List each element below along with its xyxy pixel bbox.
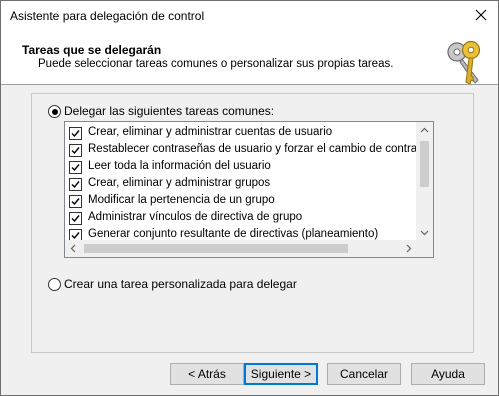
vertical-scroll-thumb[interactable] xyxy=(420,141,429,187)
header-subtitle: Puede seleccionar tareas comunes o perso… xyxy=(38,58,394,70)
next-button[interactable]: Siguiente > xyxy=(244,363,318,385)
title-bar: Asistente para delegación de control xyxy=(1,1,498,32)
list-item-label: Crear, eliminar y administrar grupos xyxy=(88,177,271,189)
scroll-left-icon[interactable] xyxy=(65,240,82,257)
checkbox[interactable] xyxy=(69,178,82,191)
tasks-list-items: Crear, eliminar y administrar cuentas de… xyxy=(65,122,417,241)
help-button[interactable]: Ayuda xyxy=(411,363,485,385)
list-item-label: Generar conjunto resultante de directiva… xyxy=(88,228,379,240)
horizontal-scrollbar[interactable] xyxy=(65,240,417,257)
checkbox[interactable] xyxy=(69,127,82,140)
list-item-label: Leer toda la información del usuario xyxy=(88,160,271,172)
header-title: Tareas que se delegarán xyxy=(22,43,162,57)
tasks-listbox[interactable]: Crear, eliminar y administrar cuentas de… xyxy=(64,121,434,258)
list-item-label: Administrar vínculos de directiva de gru… xyxy=(88,211,303,223)
list-item-label: Restablecer contraseñas de usuario y for… xyxy=(88,143,417,155)
checkbox[interactable] xyxy=(69,212,82,225)
vertical-scrollbar[interactable] xyxy=(416,122,433,241)
wizard-window: Asistente para delegación de control Tar… xyxy=(0,0,499,396)
back-button[interactable]: < Atrás xyxy=(170,363,244,385)
common-tasks-radio[interactable] xyxy=(48,105,61,118)
common-tasks-label[interactable]: Delegar las siguientes tareas comunes: xyxy=(64,104,274,118)
checkbox[interactable] xyxy=(69,195,82,208)
list-item-label: Modificar la pertenencia de un grupo xyxy=(88,194,275,206)
window-title: Asistente para delegación de control xyxy=(10,9,205,23)
custom-task-label[interactable]: Crear una tarea personalizada para deleg… xyxy=(64,277,297,291)
checkbox[interactable] xyxy=(69,161,82,174)
scroll-right-icon[interactable] xyxy=(400,240,417,257)
keys-icon xyxy=(442,40,490,86)
wizard-header: Tareas que se delegarán Puede selecciona… xyxy=(1,32,498,85)
close-icon[interactable] xyxy=(474,8,488,22)
cancel-button[interactable]: Cancelar xyxy=(327,363,401,385)
scrollbar-corner xyxy=(416,240,433,257)
custom-task-radio[interactable] xyxy=(48,278,61,291)
horizontal-scroll-thumb[interactable] xyxy=(84,244,348,253)
checkbox[interactable] xyxy=(69,144,82,157)
scroll-down-icon[interactable] xyxy=(416,224,433,241)
list-item-label: Crear, eliminar y administrar cuentas de… xyxy=(88,126,333,138)
scroll-up-icon[interactable] xyxy=(416,122,433,139)
